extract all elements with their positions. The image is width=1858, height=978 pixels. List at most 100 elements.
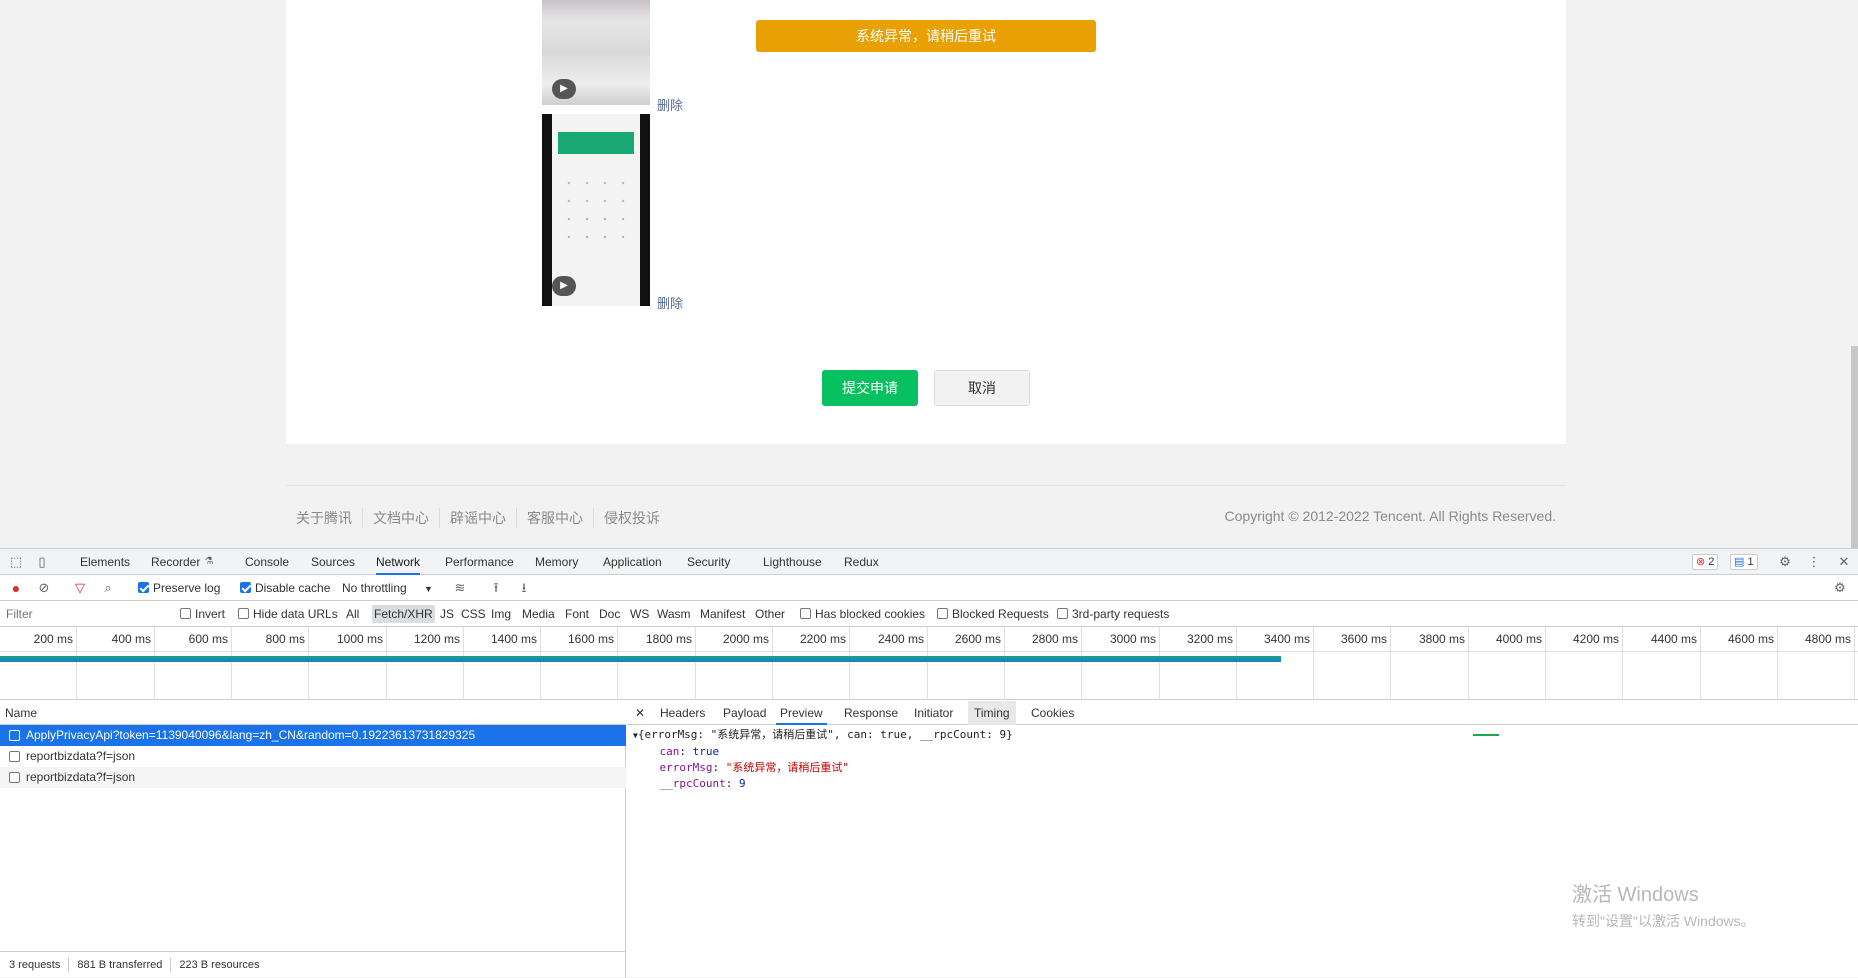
request-name: reportbizdata?f=json [26,770,136,784]
hide-data-urls-checkbox[interactable]: Hide data URLs [238,601,338,627]
request-checkbox[interactable] [9,730,20,741]
record-icon[interactable]: ● [8,580,24,596]
request-detail-panel: ✕ Headers Payload Preview Response Initi… [627,701,1858,978]
type-img[interactable]: Img [489,605,513,623]
play-icon[interactable]: ▶ [552,79,576,99]
network-settings-icon[interactable]: ⚙ [1832,580,1848,596]
close-devtools-icon[interactable]: ✕ [1836,554,1852,570]
request-timing-bar [0,656,1281,662]
submit-button[interactable]: 提交申请 [822,370,918,406]
checkbox-unchecked[interactable] [937,608,948,619]
invert-checkbox[interactable]: Invert [180,601,225,627]
checkbox-checked[interactable] [240,582,251,593]
more-options-icon[interactable]: ⋮ [1806,554,1822,570]
type-fetch-xhr[interactable]: Fetch/XHR [372,605,435,623]
delete-link-1[interactable]: 删除 [657,95,683,114]
tab-console[interactable]: Console [245,549,289,575]
third-party-checkbox[interactable]: 3rd-party requests [1057,601,1169,627]
resources-size: 223 B resources [179,959,260,971]
error-icon: ⊗ [1696,556,1706,568]
filter-icon[interactable]: ▽ [72,580,88,596]
device-toolbar-icon[interactable]: ▯ [34,554,50,570]
video-thumbnail-2[interactable]: ▶ [542,114,650,306]
error-count-badge[interactable]: ⊗ 2 [1692,554,1719,570]
checkbox-checked[interactable] [138,582,149,593]
timeline-gridline [0,627,1855,700]
clear-icon[interactable]: ⊘ [36,580,52,596]
settings-gear-icon[interactable]: ⚙ [1777,554,1793,570]
tab-application[interactable]: Application [603,549,662,575]
tab-headers[interactable]: Headers [660,701,705,725]
json-key-errormsg: errorMsg [659,761,713,774]
tab-lighthouse[interactable]: Lighthouse [763,549,822,575]
request-row[interactable]: ApplyPrivacyApi?token=1139040096&lang=zh… [0,725,626,746]
type-other[interactable]: Other [753,605,787,623]
footer-link-rumor[interactable]: 辟谣中心 [439,508,516,528]
checkbox-unchecked[interactable] [238,608,249,619]
search-icon[interactable]: ⌕ [100,580,116,596]
json-preview[interactable]: ▼{errorMsg: "系统异常，请稍后重试", can: true, __r… [633,727,1013,792]
inspect-element-icon[interactable]: ⬚ [8,554,24,570]
request-row[interactable]: reportbizdata?f=json [0,746,626,767]
type-all[interactable]: All [344,605,361,623]
footer-link-complaint[interactable]: 侵权投诉 [593,508,670,528]
checkbox-unchecked[interactable] [180,608,191,619]
tab-preview[interactable]: Preview [776,701,827,725]
footer-link-support[interactable]: 客服中心 [516,508,593,528]
video-thumbnail-1[interactable]: ▶ [542,0,650,105]
request-checkbox[interactable] [9,772,20,783]
web-page: ▶ 删除 ▶ 删除 系统异常，请稍后重试 提交申请 取消 关于腾讯 文档中心 辟… [0,0,1858,548]
tab-memory[interactable]: Memory [535,549,578,575]
network-conditions-icon[interactable]: ≋ [452,580,468,596]
export-har-icon[interactable]: ⭳ [516,580,532,596]
checkbox-unchecked[interactable] [800,608,811,619]
blocked-requests-checkbox[interactable]: Blocked Requests [937,601,1049,627]
type-font[interactable]: Font [563,605,591,623]
transferred-size: 881 B transferred [77,959,163,971]
tab-response[interactable]: Response [844,701,898,725]
close-detail-icon[interactable]: ✕ [635,701,645,725]
name-column-header[interactable]: Name [0,701,626,725]
play-icon[interactable]: ▶ [552,276,576,296]
tab-redux[interactable]: Redux [844,549,879,575]
tab-network[interactable]: Network [376,549,421,575]
request-row[interactable]: reportbizdata?f=json [0,767,626,788]
tab-cookies[interactable]: Cookies [1031,701,1074,725]
type-wasm[interactable]: Wasm [655,605,693,623]
throttling-select[interactable]: No throttling ▼ [342,575,433,601]
tab-recorder[interactable]: Recorder [151,549,200,575]
delete-link-2[interactable]: 删除 [657,293,683,312]
request-list-panel: Name ApplyPrivacyApi?token=1139040096&la… [0,701,626,978]
page-scrollbar[interactable] [1851,0,1858,548]
message-count-badge[interactable]: ▤ 1 [1730,554,1758,570]
tab-sources[interactable]: Sources [311,549,355,575]
message-count: 1 [1747,556,1754,568]
tab-timing[interactable]: Timing [968,701,1016,725]
footer-link-docs[interactable]: 文档中心 [362,508,439,528]
network-overview[interactable]: 200 ms 400 ms 600 ms 800 ms 1000 ms 1200 ms 14… [0,627,1858,736]
message-icon: ▤ [1734,556,1745,568]
has-blocked-cookies-checkbox[interactable]: Has blocked cookies [800,601,925,627]
filter-input[interactable] [4,605,168,623]
type-ws[interactable]: WS [628,605,651,623]
devtools-tab-bar: ⬚ ▯ Elements Recorder ⚗ Console Sources … [0,549,1858,575]
tab-security[interactable]: Security [687,549,730,575]
type-js[interactable]: JS [438,605,456,623]
disable-cache-checkbox[interactable]: Disable cache [240,575,330,601]
type-css[interactable]: CSS [459,605,488,623]
tab-performance[interactable]: Performance [445,549,514,575]
type-manifest[interactable]: Manifest [698,605,747,623]
type-doc[interactable]: Doc [597,605,622,623]
tab-elements[interactable]: Elements [80,549,130,575]
import-har-icon[interactable]: ⭱ [488,580,504,596]
checkbox-unchecked[interactable] [1057,608,1068,619]
scrollbar-thumb[interactable] [1851,346,1858,548]
footer-link-about[interactable]: 关于腾讯 [296,508,362,528]
tab-initiator[interactable]: Initiator [914,701,953,725]
disable-cache-label: Disable cache [255,581,331,595]
request-checkbox[interactable] [9,751,20,762]
cancel-button[interactable]: 取消 [934,370,1030,406]
preserve-log-checkbox[interactable]: Preserve log [138,575,220,601]
type-media[interactable]: Media [520,605,557,623]
tab-payload[interactable]: Payload [723,701,766,725]
